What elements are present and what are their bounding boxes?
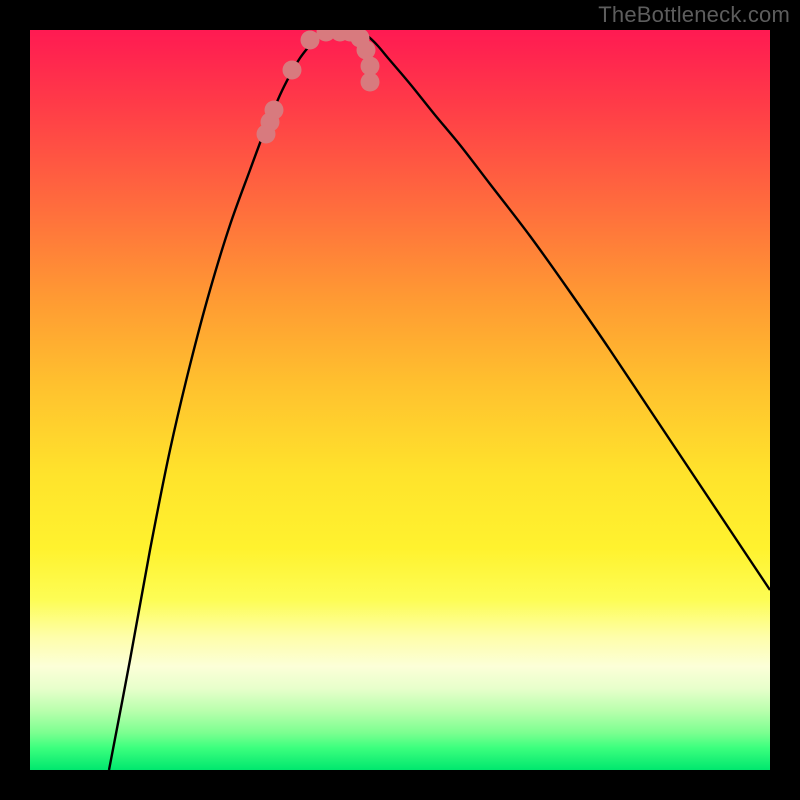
valley-marker-dot	[361, 73, 380, 92]
right-curve	[358, 30, 770, 590]
curve-svg	[30, 30, 770, 770]
valley-marker-dot	[283, 61, 302, 80]
left-curve	[109, 30, 325, 770]
valley-marker-dot	[265, 101, 284, 120]
chart-frame: TheBottleneck.com	[0, 0, 800, 800]
watermark-text: TheBottleneck.com	[598, 2, 790, 28]
valley-markers	[257, 30, 380, 144]
valley-marker-dot	[357, 41, 376, 60]
plot-area	[30, 30, 770, 770]
